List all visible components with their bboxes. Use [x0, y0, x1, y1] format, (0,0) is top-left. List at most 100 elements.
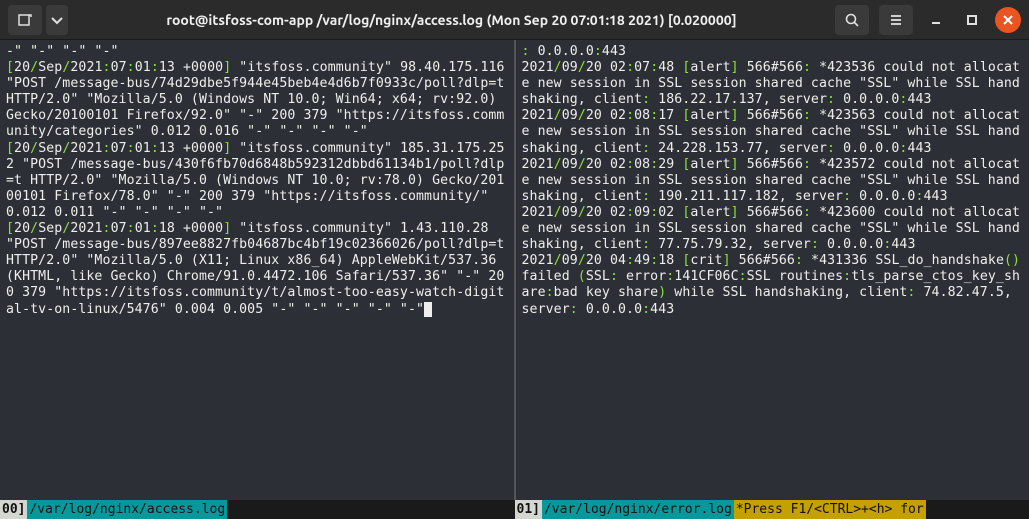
log-text-segment: error — [618, 269, 666, 284]
log-text-segment: 141CF06C — [674, 269, 738, 284]
tab-dropdown-button[interactable] — [46, 5, 68, 35]
log-text-segment: alert — [690, 157, 730, 172]
log-text-segment: : — [803, 108, 811, 123]
chevron-down-icon — [49, 12, 65, 28]
log-text-segment: 2021 — [70, 221, 102, 236]
log-text-segment: 0.0.0.0 — [530, 44, 594, 59]
log-text-segment: : — [642, 141, 650, 156]
status-right-index: 01] — [515, 500, 542, 519]
log-text-segment: 2021 — [522, 157, 554, 172]
log-text-segment: : — [127, 141, 135, 156]
log-text-segment: ( — [578, 269, 586, 284]
log-text-segment: : — [827, 141, 835, 156]
log-text-segment: / — [554, 60, 562, 75]
error-log-pane[interactable]: : 0.0.0.0:443 2021/09/20 02:07:48 [alert… — [514, 40, 1029, 500]
log-text-segment: : — [795, 253, 803, 268]
search-button[interactable] — [835, 5, 869, 35]
statusbar-left: 00] /var/log/nginx/access.log — [0, 500, 515, 519]
log-text-segment: 2021 — [70, 60, 102, 75]
text-cursor — [424, 302, 432, 317]
log-text-segment: 2021 — [70, 141, 102, 156]
log-text-segment: 17 — [658, 108, 682, 123]
log-text-segment: 49 — [634, 253, 650, 268]
close-button[interactable] — [995, 7, 1021, 33]
log-text-segment: : — [739, 269, 747, 284]
log-text-segment: 0.0.0.0 — [578, 302, 642, 317]
log-text-segment: 48 — [658, 60, 682, 75]
log-text-segment: -" "-" "-" "-" — [6, 44, 119, 59]
status-left-path: /var/log/nginx/access.log — [27, 500, 227, 519]
log-text-segment: 07 — [111, 141, 127, 156]
maximize-icon — [966, 14, 978, 26]
log-text-segment: crit — [690, 253, 722, 268]
log-text-segment: : — [594, 44, 602, 59]
log-text-segment: 2021 — [522, 253, 554, 268]
maximize-button[interactable] — [959, 7, 985, 33]
log-text-segment: 09 — [562, 253, 578, 268]
log-text-segment: : — [522, 44, 530, 59]
log-text-segment: bad key share — [554, 285, 659, 300]
log-text-segment: / — [578, 205, 586, 220]
log-text-segment: 08 — [634, 108, 650, 123]
log-text-segment: : — [151, 221, 159, 236]
log-text-segment: : — [642, 92, 650, 107]
new-tab-icon — [17, 12, 33, 28]
status-help-hint: *Press F1/<CTRL>+<h> for — [734, 500, 926, 519]
log-text-segment: / — [554, 253, 562, 268]
log-text-segment: 20 02 — [586, 205, 626, 220]
log-text-segment: 09 — [562, 60, 578, 75]
log-text-segment: : — [151, 141, 159, 156]
access-log-pane[interactable]: -" "-" "-" "-" [20/Sep/2021:07:01:13 +00… — [0, 40, 514, 500]
log-text-segment: 13 +0000 — [159, 141, 223, 156]
log-text-segment: 0.0.0.0 — [851, 189, 915, 204]
log-text-segment: 2021 — [522, 60, 554, 75]
log-text-segment: ] — [731, 205, 739, 220]
log-text-segment: : — [570, 302, 578, 317]
log-text-segment: SSL — [586, 269, 610, 284]
log-text-segment: 20 — [14, 221, 30, 236]
log-text-segment: 566#566 — [739, 157, 803, 172]
log-text-segment: 02 — [658, 205, 682, 220]
log-text-segment: : — [811, 237, 819, 252]
log-text-segment: / — [578, 253, 586, 268]
log-text-segment: 09 — [634, 205, 650, 220]
minimize-button[interactable] — [923, 7, 949, 33]
status-left-index: 00] — [0, 500, 27, 519]
status-right-path: /var/log/nginx/error.log — [542, 500, 734, 519]
log-text-segment: / — [554, 205, 562, 220]
log-text-segment: 20 02 — [586, 60, 626, 75]
log-text-segment: 13 +0000 — [159, 60, 223, 75]
log-text-segment: : — [103, 141, 111, 156]
log-text-segment: : — [803, 157, 811, 172]
log-text-segment: Sep — [38, 60, 62, 75]
log-text-segment: ] — [731, 60, 739, 75]
new-tab-button[interactable] — [8, 5, 42, 35]
log-text-segment: / — [554, 108, 562, 123]
log-text-segment: 566#566 — [739, 60, 803, 75]
menu-button[interactable] — [879, 5, 913, 35]
log-text-segment: : — [626, 253, 634, 268]
log-text-segment: : — [642, 189, 650, 204]
log-text-segment: 186.22.17.137, server — [650, 92, 827, 107]
log-text-segment: 20 — [14, 141, 30, 156]
titlebar-right-controls — [835, 5, 1021, 35]
log-text-segment: 566#566 — [739, 108, 803, 123]
statusbar-right: 01] /var/log/nginx/error.log *Press F1/<… — [515, 500, 1029, 519]
log-text-segment: *431336 SSL_do_handshake — [803, 253, 1004, 268]
log-text-segment: / — [30, 221, 38, 236]
log-text-segment: / — [554, 157, 562, 172]
log-text-segment: 443 — [602, 44, 626, 59]
statusbar: 00] /var/log/nginx/access.log 01] /var/l… — [0, 500, 1029, 519]
log-text-segment: 190.211.117.182, server — [650, 189, 843, 204]
titlebar-left-controls — [8, 5, 68, 35]
log-text-segment: : — [546, 285, 554, 300]
log-text-segment: : — [642, 302, 650, 317]
log-text-segment: : — [626, 108, 634, 123]
log-text-segment: 2021 — [522, 108, 554, 123]
log-text-segment: 0.0.0.0 — [835, 141, 899, 156]
log-text-segment: : — [127, 60, 135, 75]
log-text-segment: 24.228.153.77, server — [650, 141, 827, 156]
log-text-segment: 566#566 — [731, 253, 795, 268]
log-text-segment: : — [103, 221, 111, 236]
log-text-segment: : — [843, 269, 851, 284]
